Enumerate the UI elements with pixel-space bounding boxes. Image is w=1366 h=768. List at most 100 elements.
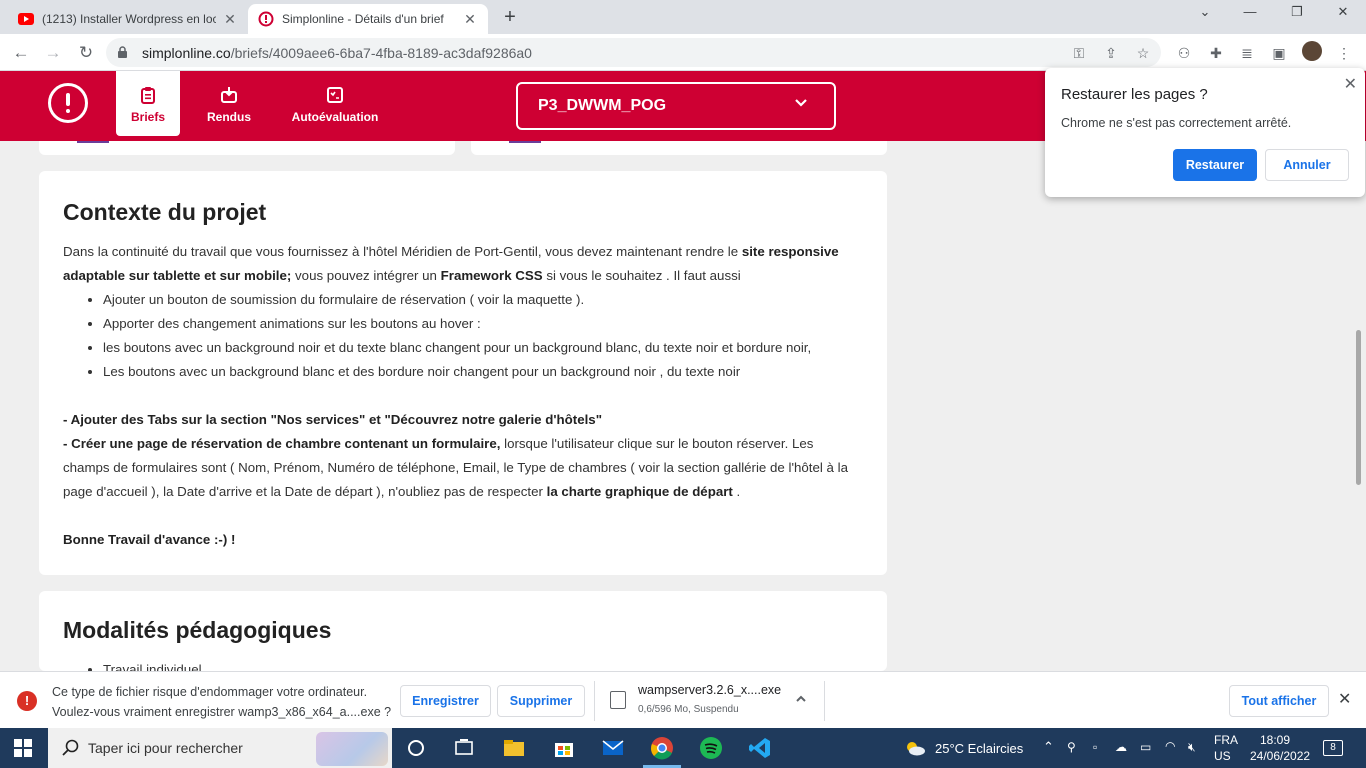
closing-text: Bonne Travail d'avance :-) ! (63, 532, 236, 547)
puzzle-icon[interactable]: ✚ (1205, 42, 1227, 64)
nav-autoevaluation[interactable]: Autoévaluation (286, 71, 384, 141)
windows-start-icon[interactable] (14, 739, 32, 757)
wifi-icon[interactable]: ◠ (1165, 739, 1175, 753)
nav-rendus[interactable]: Rendus (200, 71, 258, 141)
close-window-icon[interactable]: ✕ (1331, 4, 1355, 20)
onedrive-icon[interactable]: ☁ (1115, 740, 1127, 754)
download-file-name[interactable]: wampserver3.2.6_x....exe (638, 683, 781, 697)
close-icon[interactable]: ✕ (462, 11, 478, 28)
weather-text[interactable]: 25°C Eclaircies (935, 741, 1023, 756)
download-bar: ! Ce type de fichier risque d'endommager… (0, 671, 1366, 728)
delete-button[interactable]: Supprimer (497, 685, 585, 717)
lock-icon (118, 46, 127, 58)
download-warning: Ce type de fichier risque d'endommager v… (52, 685, 392, 719)
weather-cloud-icon[interactable] (904, 740, 926, 756)
menu-dots-icon[interactable]: ⋮ (1333, 42, 1355, 64)
list-item: les boutons avec un background noir et d… (103, 336, 863, 360)
list-item: Les boutons avec un background blanc et … (103, 360, 863, 384)
modalities-card: Modalités pédagogiques Travail individue… (39, 591, 887, 671)
reload-icon[interactable]: ↻ (75, 42, 97, 64)
modalities-bullets: Travail individuel (63, 658, 863, 671)
battery-icon[interactable]: ▭ (1140, 740, 1151, 754)
media-queue-icon[interactable]: ≣ (1236, 42, 1258, 64)
task-view-icon[interactable] (452, 736, 476, 760)
warning-icon: ! (17, 691, 37, 711)
profile-avatar[interactable] (1302, 41, 1322, 61)
card-bottom-stub (39, 141, 455, 155)
cortana-icon[interactable] (404, 736, 428, 760)
key-icon[interactable]: ⚿ (1070, 44, 1088, 62)
back-arrow-icon[interactable]: ← (10, 42, 32, 64)
tab-search-chevron-icon[interactable]: ⌄ (1193, 4, 1217, 20)
camera-icon[interactable]: ▫ (1093, 740, 1097, 754)
list-item: Ajouter un bouton de soumission du formu… (103, 288, 863, 312)
clock[interactable]: 18:09 24/06/2022 (1250, 733, 1310, 763)
tab-youtube[interactable]: (1213) Installer Wordpress en loc ✕ (8, 4, 248, 34)
page-scrollbar[interactable] (1356, 330, 1361, 485)
checklist-icon (327, 87, 343, 103)
nav-briefs[interactable]: Briefs (116, 71, 180, 136)
inbox-download-icon (221, 87, 237, 103)
chevron-up-icon[interactable]: ⌃ (1043, 739, 1054, 755)
vscode-icon[interactable] (748, 736, 772, 760)
youtube-icon (18, 13, 34, 25)
tab-simplonline[interactable]: Simplonline - Détails d'un brief ✕ (248, 4, 488, 34)
tab-title: Simplonline - Détails d'un brief (282, 12, 444, 26)
close-icon[interactable]: ✕ (1344, 74, 1357, 94)
minimize-icon[interactable]: — (1238, 4, 1262, 19)
promo-select[interactable]: P3_DWWM_POG (516, 82, 836, 130)
restore-window-icon[interactable]: ❐ (1285, 4, 1309, 20)
file-explorer-icon[interactable] (502, 736, 526, 760)
card-bottom-stub (471, 141, 887, 155)
side-panel-icon[interactable]: ▣ (1268, 42, 1290, 64)
browser-tab-strip: (1213) Installer Wordpress en loc ✕ Simp… (0, 0, 1366, 34)
context-intro: Dans la continuité du travail que vous f… (63, 244, 839, 283)
cancel-button[interactable]: Annuler (1265, 149, 1349, 181)
new-tab-plus-icon[interactable]: + (498, 6, 522, 29)
language-indicator[interactable]: FRA US (1214, 733, 1238, 763)
save-button[interactable]: Enregistrer (400, 685, 491, 717)
usb-icon[interactable]: ⚲ (1067, 740, 1076, 754)
show-all-button[interactable]: Tout afficher (1229, 685, 1329, 717)
booking-instruction: - Créer une page de réservation de chamb… (63, 436, 848, 499)
browser-toolbar: ← → ↻ simplonline.co/briefs/4009aee6-6ba… (0, 34, 1366, 71)
url-text: simplonline.co/briefs/4009aee6-6ba7-4fba… (142, 45, 532, 61)
download-status: 0,6/596 Mo, Suspendu (638, 704, 739, 715)
star-icon[interactable]: ☆ (1134, 44, 1152, 62)
close-icon[interactable]: ✕ (222, 11, 238, 28)
windows-taskbar: Taper ici pour rechercher 25°C Eclaircie… (0, 728, 1366, 768)
simplon-icon (258, 11, 274, 27)
search-icon (62, 739, 79, 756)
tabs-instruction: - Ajouter des Tabs sur la section "Nos s… (63, 412, 602, 427)
simplon-logo[interactable] (48, 83, 88, 123)
context-card: Contexte du projet Dans la continuité du… (39, 171, 887, 575)
chevron-up-icon[interactable] (794, 692, 808, 706)
spotify-icon[interactable] (699, 736, 723, 760)
search-highlight-image (316, 732, 388, 766)
restore-pages-dialog: Restaurer les pages ? ✕ Chrome ne s'est … (1045, 68, 1365, 197)
promo-value: P3_DWWM_POG (538, 97, 667, 114)
store-icon[interactable] (552, 736, 576, 760)
restore-button[interactable]: Restaurer (1173, 149, 1257, 181)
volume-muted-icon[interactable]: 🔇︎ (1188, 740, 1196, 755)
list-item: Travail individuel (103, 658, 863, 671)
divider (824, 681, 825, 721)
file-icon (610, 691, 626, 709)
close-icon[interactable]: ✕ (1338, 689, 1351, 709)
forward-arrow-icon[interactable]: → (42, 42, 64, 64)
chrome-icon[interactable] (650, 736, 674, 760)
address-bar[interactable]: simplonline.co/briefs/4009aee6-6ba7-4fba… (106, 38, 1161, 67)
dialog-message: Chrome ne s'est pas correctement arrêté. (1061, 116, 1292, 130)
mail-icon[interactable] (601, 736, 625, 760)
modalities-title: Modalités pédagogiques (63, 617, 332, 643)
chevron-down-icon (795, 99, 807, 107)
extension-icon[interactable]: ⚇ (1173, 42, 1195, 64)
nav-label: Briefs (130, 110, 165, 124)
notification-center-icon[interactable]: 8 (1323, 740, 1343, 756)
share-icon[interactable]: ⇪ (1102, 44, 1120, 62)
taskbar-search[interactable]: Taper ici pour rechercher (48, 728, 392, 768)
context-bullets: Ajouter un bouton de soumission du formu… (63, 288, 863, 384)
search-placeholder: Taper ici pour rechercher (88, 740, 243, 756)
tab-title: (1213) Installer Wordpress en loc (42, 12, 216, 26)
list-item: Apporter des changement animations sur l… (103, 312, 863, 336)
